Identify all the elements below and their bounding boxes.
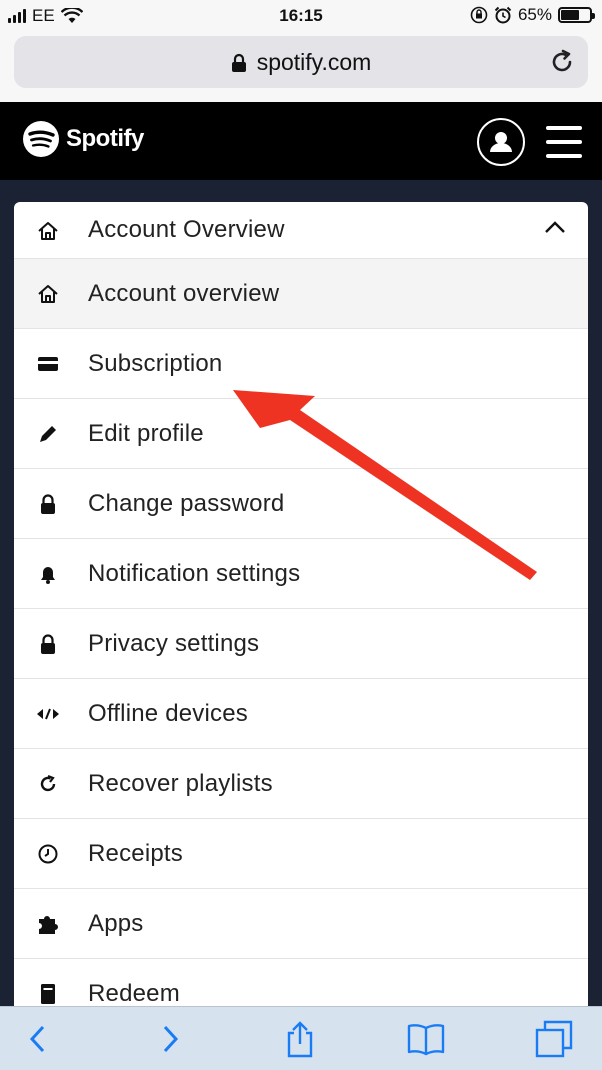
browser-address-area: spotify.com	[0, 32, 602, 102]
clock-icon	[36, 842, 60, 866]
profile-button[interactable]	[477, 118, 525, 166]
spotify-header: Spotify	[0, 102, 602, 180]
redeem-icon	[36, 982, 60, 1006]
reload-icon[interactable]	[548, 48, 576, 76]
menu-item-label: Apps	[88, 909, 144, 937]
menu-item-label: Offline devices	[88, 699, 248, 727]
tabs-button[interactable]	[534, 1019, 574, 1059]
menu-item-recover-playlists[interactable]: Recover playlists	[14, 749, 588, 819]
menu-item-apps[interactable]: Apps	[14, 889, 588, 959]
bell-icon	[36, 562, 60, 586]
pencil-icon	[36, 422, 60, 446]
lock-icon	[231, 53, 246, 72]
spotify-logo-icon	[23, 121, 59, 157]
account-menu: Account Overview Account overview Subscri…	[14, 202, 588, 1032]
menu-item-change-password[interactable]: Change password	[14, 469, 588, 539]
puzzle-icon	[36, 912, 60, 936]
battery-percent: 65%	[517, 5, 552, 24]
orientation-lock-icon	[470, 6, 488, 24]
chevron-right-icon	[163, 1025, 179, 1053]
menu-item-label: Notification settings	[88, 559, 301, 587]
forward-button[interactable]	[150, 1019, 190, 1059]
bookmarks-button[interactable]	[406, 1019, 446, 1059]
home-icon	[36, 282, 60, 306]
spotify-logo[interactable]: Spotify	[22, 120, 144, 158]
share-icon	[287, 1021, 313, 1058]
menu-item-account-overview[interactable]: Account overview	[14, 259, 588, 329]
battery-icon	[558, 7, 595, 23]
menu-item-label: Change password	[88, 489, 285, 517]
address-bar[interactable]: spotify.com	[14, 36, 588, 88]
menu-item-label: Receipts	[88, 839, 183, 867]
chevron-up-icon[interactable]	[544, 220, 566, 234]
alarm-icon	[494, 6, 512, 24]
menu-item-receipts[interactable]: Receipts	[14, 819, 588, 889]
status-bar: EE 16:15 65%	[0, 0, 602, 32]
account-overview-section-header[interactable]: Account Overview	[14, 202, 588, 259]
lock-icon	[36, 492, 60, 516]
offline-devices-icon	[36, 702, 60, 726]
url-text: spotify.com	[256, 49, 372, 75]
card-icon	[36, 352, 60, 376]
spotify-wordmark: Spotify	[66, 125, 144, 152]
browser-toolbar	[0, 1006, 602, 1070]
menu-item-edit-profile[interactable]: Edit profile	[14, 399, 588, 469]
menu-item-label: Recover playlists	[88, 769, 273, 797]
recover-icon	[36, 772, 60, 796]
menu-item-label: Privacy settings	[88, 629, 260, 657]
share-button[interactable]	[280, 1019, 320, 1059]
hamburger-menu-icon[interactable]	[546, 126, 582, 158]
chevron-left-icon	[29, 1025, 45, 1053]
menu-item-label: Redeem	[88, 979, 180, 1007]
section-title: Account Overview	[88, 216, 285, 243]
lock-icon	[36, 632, 60, 656]
menu-item-label: Edit profile	[88, 419, 204, 447]
user-icon	[490, 132, 512, 152]
tabs-icon	[535, 1020, 573, 1058]
book-icon	[407, 1024, 445, 1056]
menu-item-offline-devices[interactable]: Offline devices	[14, 679, 588, 749]
menu-item-notification-settings[interactable]: Notification settings	[14, 539, 588, 609]
menu-item-privacy-settings[interactable]: Privacy settings	[14, 609, 588, 679]
menu-item-label: Subscription	[88, 349, 223, 377]
menu-item-subscription[interactable]: Subscription	[14, 329, 588, 399]
back-button[interactable]	[18, 1019, 58, 1059]
home-icon	[36, 219, 60, 243]
menu-item-label: Account overview	[88, 279, 280, 307]
